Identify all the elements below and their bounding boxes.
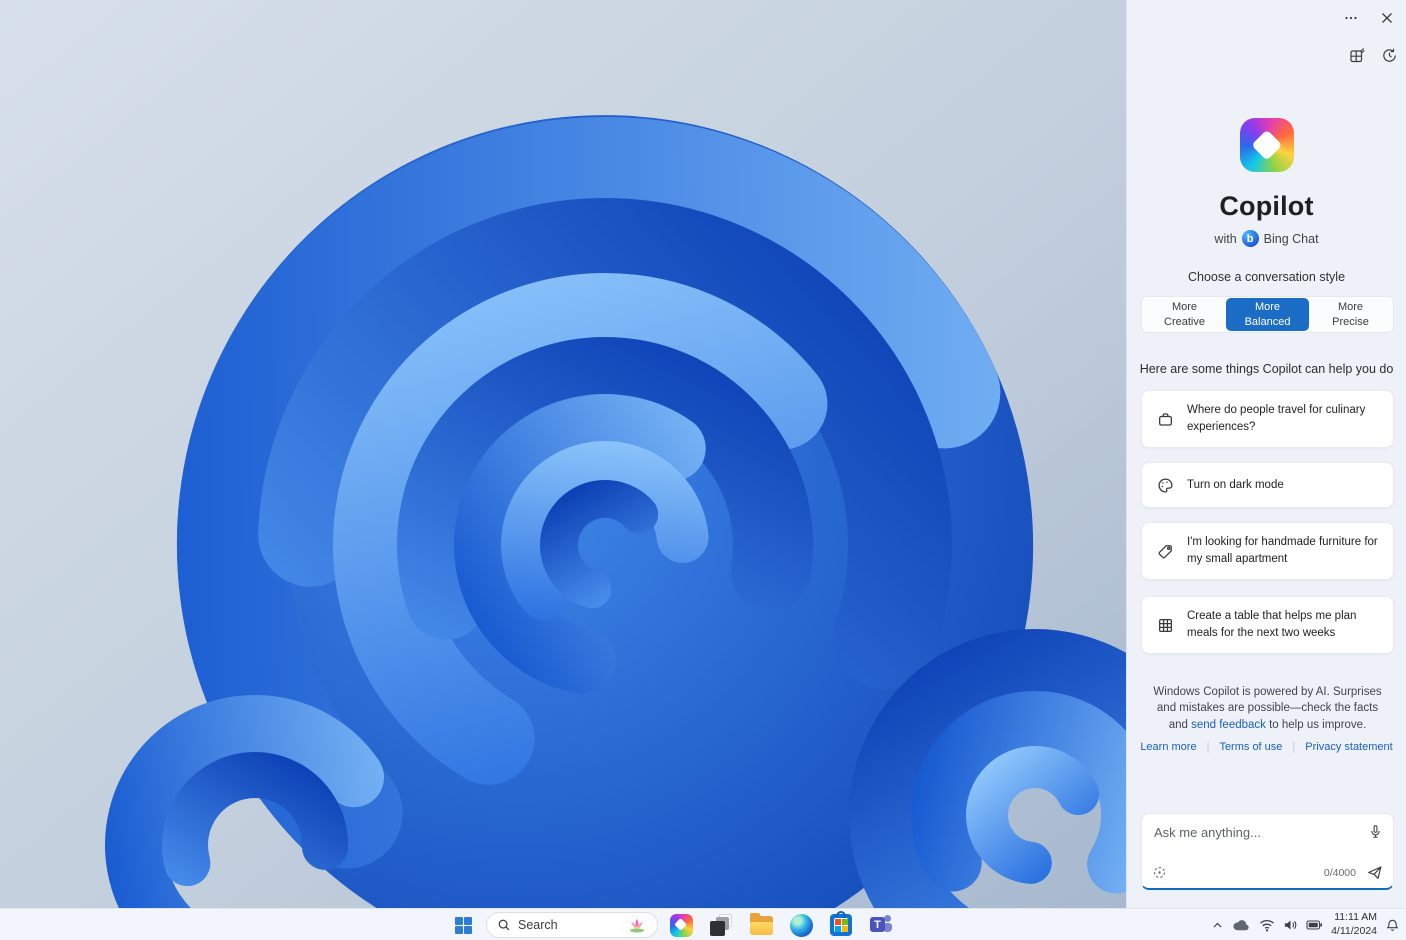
history-icon[interactable]: [1378, 44, 1400, 66]
bing-chat-label: Bing Chat: [1263, 231, 1319, 246]
learn-more-link[interactable]: Learn more: [1140, 741, 1196, 753]
suggestions-header: Here are some things Copilot can help yo…: [1139, 362, 1394, 376]
bing-logo-icon: b: [1241, 230, 1259, 247]
volume-icon[interactable]: [1283, 918, 1298, 932]
disclaimer-text-after: to help us improve.: [1269, 718, 1367, 731]
suggestion-card-travel[interactable]: Where do people travel for culinary expe…: [1141, 390, 1394, 448]
input-bottom-row: 0/4000: [1152, 864, 1383, 881]
taskbar-edge-button[interactable]: [784, 909, 818, 940]
suggestion-text: Turn on dark mode: [1187, 478, 1284, 491]
tab-more-creative[interactable]: More Creative: [1143, 298, 1226, 331]
start-button[interactable]: [446, 909, 480, 940]
taskbar-copilot-button[interactable]: [664, 909, 698, 940]
taskbar-clock[interactable]: 11:11 AM 4/11/2024: [1331, 911, 1377, 938]
panel-subtitle: with b Bing Chat: [1127, 230, 1406, 247]
screenshot-icon[interactable]: [1152, 865, 1167, 880]
send-feedback-link[interactable]: send feedback: [1191, 719, 1266, 731]
table-grid-icon: [1157, 617, 1174, 634]
mic-icon[interactable]: [1368, 824, 1383, 844]
microsoft-store-icon: [830, 911, 852, 936]
with-label: with: [1214, 231, 1237, 246]
task-view-icon: [710, 914, 732, 936]
desktop-wallpaper: [0, 0, 1126, 908]
notebook-icon[interactable]: [1346, 44, 1368, 66]
conversation-style-tabs: More Creative More Balanced More Precise: [1141, 296, 1394, 333]
file-explorer-icon: [749, 912, 773, 935]
suggestion-card-furniture[interactable]: I'm looking for handmade furniture for m…: [1141, 522, 1394, 580]
teams-icon: T: [870, 914, 892, 936]
notifications-bell-icon[interactable]: [1385, 918, 1400, 933]
suggestion-text: I'm looking for handmade furniture for m…: [1187, 536, 1378, 565]
ask-me-anything-input[interactable]: [1154, 825, 1354, 840]
taskbar-center-group: Search T: [446, 909, 898, 940]
chat-input-box: 0/4000: [1141, 813, 1394, 890]
copilot-icon: [669, 913, 693, 937]
tab-label: More Precise: [1332, 301, 1369, 328]
copilot-brand: Copilot with b Bing Chat: [1127, 118, 1406, 247]
copilot-panel: Copilot with b Bing Chat Choose a conver…: [1126, 0, 1406, 908]
suggestion-text: Create a table that helps me plan meals …: [1187, 610, 1357, 639]
desktop: Copilot with b Bing Chat Choose a conver…: [0, 0, 1406, 940]
chevron-up-icon[interactable]: [1211, 919, 1224, 932]
close-icon[interactable]: [1376, 7, 1398, 29]
bloom-wallpaper-art: [0, 0, 1126, 908]
taskbar-teams-button[interactable]: T: [864, 909, 898, 940]
onedrive-cloud-icon[interactable]: [1232, 918, 1251, 932]
search-icon: [497, 918, 511, 932]
search-box[interactable]: Search: [486, 912, 658, 938]
panel-title: Copilot: [1219, 191, 1314, 221]
palette-icon: [1157, 477, 1174, 494]
clock-time: 11:11 AM: [1334, 911, 1377, 924]
taskbar-file-explorer-button[interactable]: [744, 909, 778, 940]
footer-links: Learn more | Terms of use | Privacy stat…: [1127, 741, 1406, 753]
tab-more-precise[interactable]: More Precise: [1309, 298, 1392, 331]
tab-more-balanced[interactable]: More Balanced: [1226, 298, 1309, 331]
copilot-logo-icon: [1239, 118, 1294, 172]
taskbar-store-button[interactable]: [824, 909, 858, 940]
ai-disclaimer: Windows Copilot is powered by AI. Surpri…: [1149, 684, 1386, 733]
wifi-icon[interactable]: [1259, 919, 1275, 932]
link-separator: |: [1292, 741, 1296, 753]
edge-icon: [789, 913, 813, 937]
send-icon[interactable]: [1366, 864, 1383, 881]
char-counter: 0/4000: [1323, 866, 1356, 879]
system-tray: 11:11 AM 4/11/2024: [1211, 909, 1400, 940]
conversation-style-label: Choose a conversation style: [1187, 270, 1346, 284]
suggestion-card-dark-mode[interactable]: Turn on dark mode: [1141, 462, 1394, 508]
search-label: Search: [518, 918, 558, 932]
taskbar: Search T 11:11 AM 4/11/2024: [0, 908, 1406, 940]
suggestion-card-meal-table[interactable]: Create a table that helps me plan meals …: [1141, 596, 1394, 654]
briefcase-icon: [1157, 411, 1174, 428]
battery-icon[interactable]: [1306, 919, 1323, 931]
search-highlight-flower-icon: [620, 915, 654, 935]
tag-icon: [1157, 543, 1174, 560]
tab-label: More Balanced: [1244, 301, 1291, 328]
suggestion-text: Where do people travel for culinary expe…: [1187, 404, 1366, 433]
tab-label: More Creative: [1164, 301, 1205, 328]
terms-of-use-link[interactable]: Terms of use: [1219, 741, 1282, 753]
clock-date: 4/11/2024: [1331, 925, 1377, 937]
taskbar-task-view-button[interactable]: [704, 909, 738, 940]
more-options-icon[interactable]: [1340, 7, 1362, 29]
link-separator: |: [1206, 741, 1210, 753]
windows-logo-icon: [454, 916, 472, 934]
privacy-statement-link[interactable]: Privacy statement: [1305, 741, 1392, 753]
